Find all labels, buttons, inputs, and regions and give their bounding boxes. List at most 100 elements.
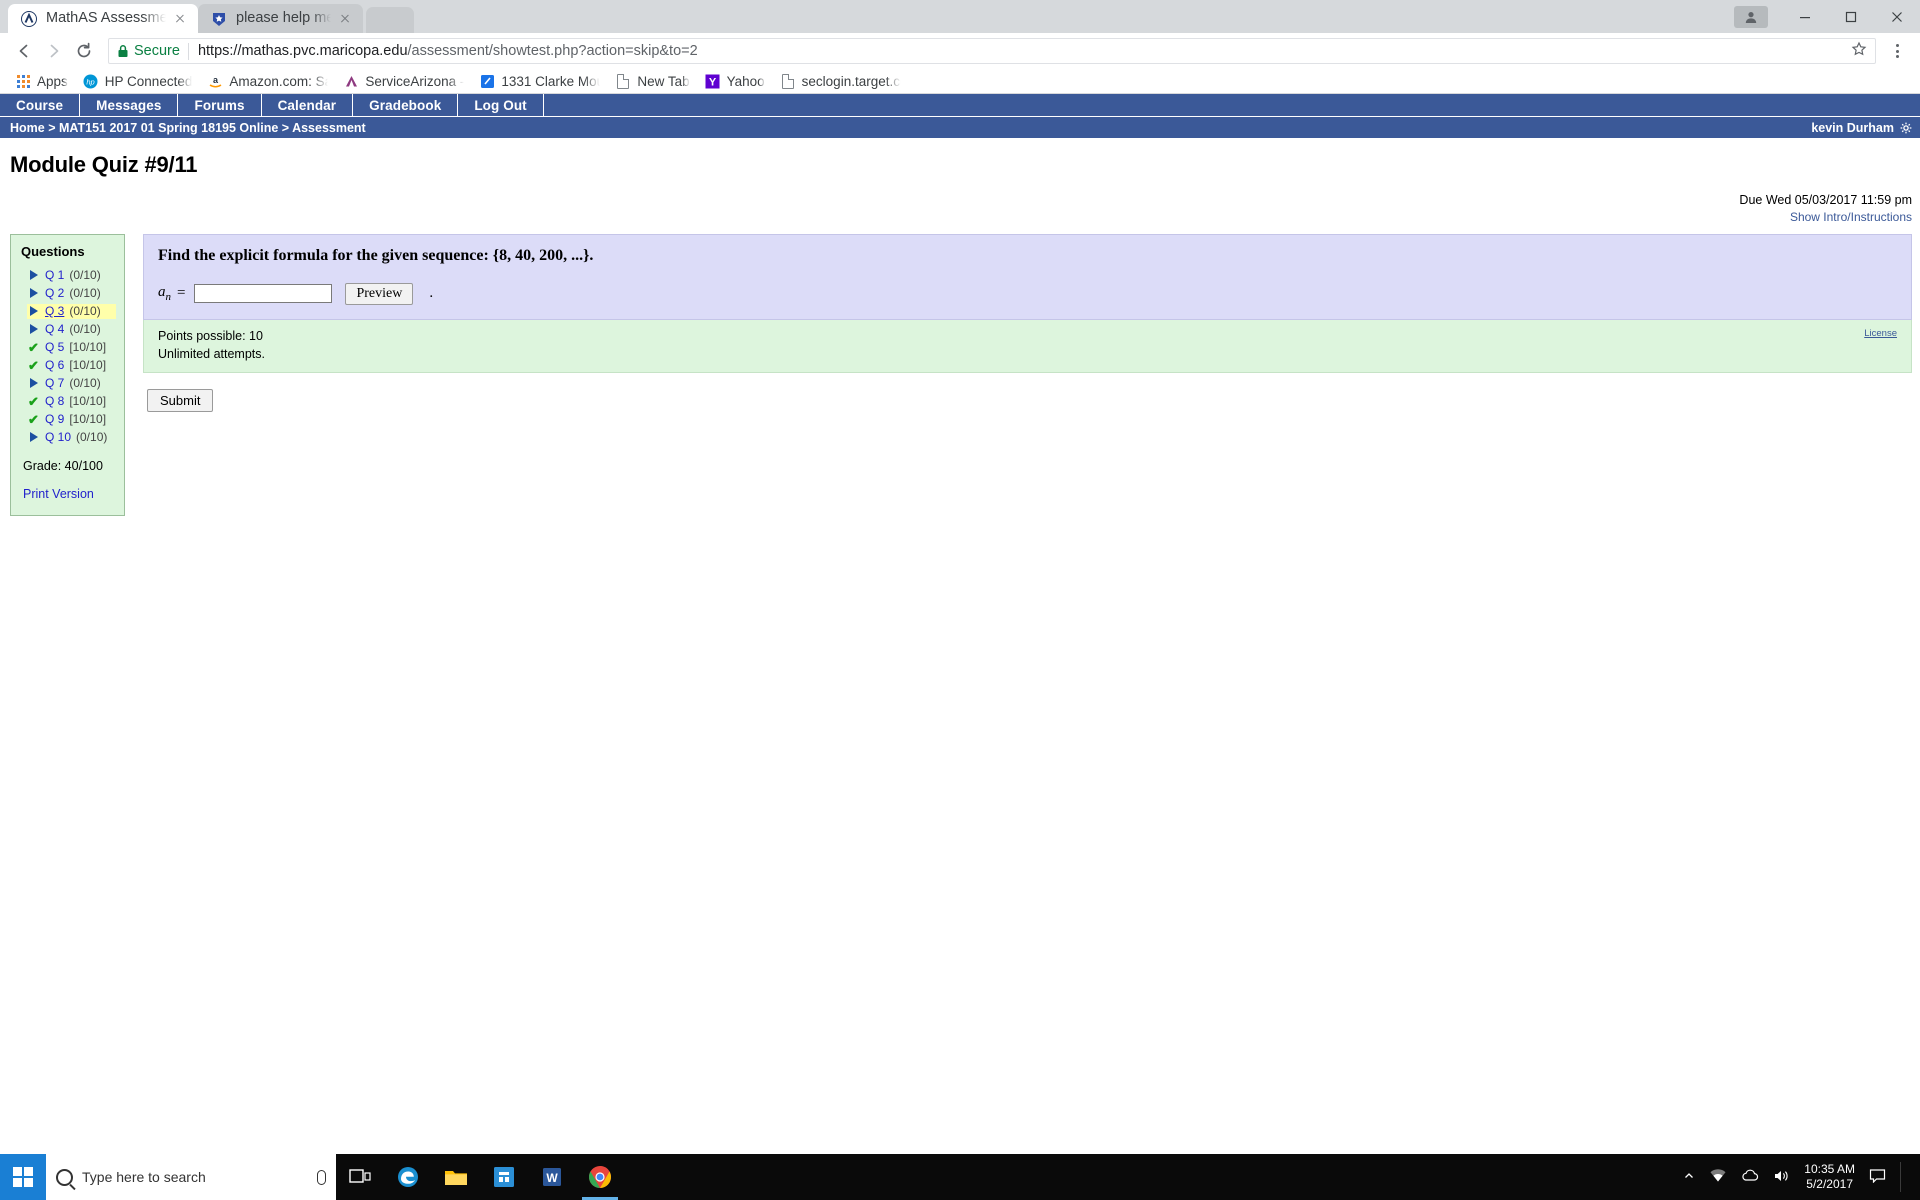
bookmark-yahoo[interactable]: Y Yahoo — [698, 71, 772, 91]
gear-icon[interactable] — [1900, 122, 1912, 134]
question-link[interactable]: Q 7 — [45, 376, 64, 391]
wifi-icon[interactable] — [1709, 1168, 1727, 1186]
license-link[interactable]: License — [1864, 327, 1897, 341]
bookmark-amazon[interactable]: a Amazon.com: Samsun — [200, 71, 335, 91]
question-score: [10/10] — [69, 357, 107, 372]
breadcrumb[interactable]: Home > MAT151 2017 01 Spring 18195 Onlin… — [10, 121, 366, 135]
notifications-icon[interactable] — [1869, 1168, 1886, 1186]
svg-text:a: a — [213, 75, 219, 85]
user-area: kevin Durham — [1811, 121, 1912, 135]
bookmark-label: New Tab — [637, 73, 690, 89]
question-list-item[interactable]: Q 10 (0/10) — [27, 430, 116, 445]
question-link[interactable]: Q 10 — [45, 430, 71, 445]
profile-icon[interactable] — [1734, 5, 1768, 28]
bookmark-clarke-mountain[interactable]: 1331 Clarke Mountain — [472, 71, 607, 91]
bookmark-hp-connected[interactable]: hp HP Connected — [76, 71, 200, 91]
question-prompt: Find the explicit formula for the given … — [158, 246, 594, 264]
show-desktop-button[interactable] — [1900, 1162, 1910, 1192]
svg-text:Y: Y — [709, 76, 717, 88]
nav-item-log-out[interactable]: Log Out — [458, 94, 544, 116]
nav-item-course[interactable]: Course — [0, 94, 81, 116]
yahoo-icon: Y — [705, 73, 721, 89]
question-link[interactable]: Q 2 — [45, 286, 64, 301]
three-dot-menu-icon[interactable] — [1884, 38, 1910, 64]
close-icon[interactable] — [337, 11, 353, 27]
points-box: Points possible: 10 Unlimited attempts. … — [143, 319, 1912, 373]
question-list-item[interactable]: Q 2 (0/10) — [27, 286, 116, 301]
questions-list: Q 1 (0/10) Q 2 (0/10) Q 3 (0/10) Q 4 (0/ — [21, 268, 116, 445]
question-list-item[interactable]: ✔ Q 8 [10/10] — [27, 394, 116, 409]
servicearizona-icon — [343, 73, 359, 89]
question-list-item-current[interactable]: Q 3 (0/10) — [27, 303, 116, 319]
apps-grid-icon — [15, 73, 31, 89]
breadcrumb-bar: Home > MAT151 2017 01 Spring 18195 Onlin… — [0, 117, 1920, 138]
print-version-link[interactable]: Print Version — [23, 487, 116, 501]
task-view-icon[interactable] — [336, 1154, 384, 1200]
windows-taskbar: Type here to search W 10:35 AM 5/2/2017 — [0, 1154, 1920, 1200]
question-link[interactable]: Q 3 — [45, 304, 64, 319]
chrome-icon[interactable] — [576, 1154, 624, 1200]
bookmark-seclogin-target[interactable]: seclogin.target.com — [773, 71, 908, 91]
word-icon[interactable]: W — [528, 1154, 576, 1200]
microphone-icon[interactable] — [317, 1169, 326, 1185]
question-link[interactable]: Q 1 — [45, 268, 64, 283]
questions-panel: Questions Q 1 (0/10) Q 2 (0/10) Q 3 (0/1… — [10, 233, 125, 516]
answer-input[interactable] — [194, 284, 333, 304]
volume-icon[interactable] — [1773, 1169, 1790, 1186]
question-area: Find the explicit formula for the given … — [143, 233, 1912, 412]
question-list-item[interactable]: ✔ Q 9 [10/10] — [27, 412, 116, 427]
question-list-item[interactable]: ✔ Q 5 [10/10] — [27, 340, 116, 355]
lock-icon — [117, 44, 129, 58]
window-controls — [1734, 0, 1920, 33]
user-name[interactable]: kevin Durham — [1811, 121, 1894, 135]
question-link[interactable]: Q 6 — [45, 358, 64, 373]
windows-start-icon[interactable] — [0, 1154, 46, 1200]
maximize-button[interactable] — [1828, 0, 1874, 33]
reload-icon[interactable] — [70, 37, 98, 65]
url-path: /assessment/showtest.php?action=skip&to=… — [407, 43, 698, 59]
page-content: Course Messages Forums Calendar Gradeboo… — [0, 94, 1920, 516]
close-window-button[interactable] — [1874, 0, 1920, 33]
bookmark-servicearizona[interactable]: ServiceArizona - Arizo — [336, 71, 471, 91]
minimize-button[interactable] — [1782, 0, 1828, 33]
preview-button[interactable]: Preview — [345, 282, 414, 305]
new-tab-button[interactable] — [366, 7, 414, 33]
file-explorer-icon[interactable] — [432, 1154, 480, 1200]
nav-item-messages[interactable]: Messages — [80, 94, 179, 116]
star-icon[interactable] — [1843, 41, 1867, 61]
edge-icon[interactable] — [384, 1154, 432, 1200]
question-box: Find the explicit formula for the given … — [143, 233, 1912, 320]
address-bar[interactable]: Secure https://mathas.pvc.maricopa.edu/a… — [108, 38, 1876, 64]
question-list-item[interactable]: Q 7 (0/10) — [27, 376, 116, 391]
nav-item-calendar[interactable]: Calendar — [262, 94, 354, 116]
taskbar-search[interactable]: Type here to search — [46, 1154, 336, 1200]
back-arrow-icon[interactable] — [10, 37, 38, 65]
question-list-item[interactable]: ✔ Q 6 [10/10] — [27, 358, 116, 373]
submit-button[interactable]: Submit — [147, 389, 214, 412]
show-intro-link[interactable]: Show Intro/Instructions — [1790, 210, 1912, 224]
question-link[interactable]: Q 8 — [45, 394, 64, 409]
question-link[interactable]: Q 5 — [45, 340, 64, 355]
clock-date: 5/2/2017 — [1806, 1177, 1853, 1191]
browser-tab-inactive[interactable]: please help me out with t — [198, 4, 363, 33]
question-list-item[interactable]: Q 1 (0/10) — [27, 268, 116, 283]
bookmark-label: Yahoo — [726, 73, 765, 89]
show-hidden-icons-chevron[interactable] — [1683, 1170, 1695, 1185]
browser-tab-active[interactable]: MathAS Assessment — [8, 4, 198, 33]
question-link[interactable]: Q 4 — [45, 322, 64, 337]
bookmark-apps[interactable]: Apps — [8, 71, 75, 91]
question-list-item[interactable]: Q 4 (0/10) — [27, 322, 116, 337]
cloud-icon[interactable] — [1741, 1169, 1759, 1185]
bookmark-new-tab[interactable]: New Tab — [608, 71, 696, 91]
nav-item-forums[interactable]: Forums — [178, 94, 262, 116]
taskbar-clock[interactable]: 10:35 AM 5/2/2017 — [1804, 1162, 1855, 1192]
close-icon[interactable] — [172, 11, 188, 27]
mathas-logo-icon — [20, 10, 37, 27]
brainly-star-icon — [210, 10, 227, 27]
question-link[interactable]: Q 9 — [45, 412, 64, 427]
answer-row: an = Preview . — [158, 282, 1897, 305]
bookmark-label: ServiceArizona - Arizo — [365, 73, 465, 89]
store-icon[interactable] — [480, 1154, 528, 1200]
nav-item-gradebook[interactable]: Gradebook — [353, 94, 459, 116]
forward-arrow-icon — [40, 37, 68, 65]
